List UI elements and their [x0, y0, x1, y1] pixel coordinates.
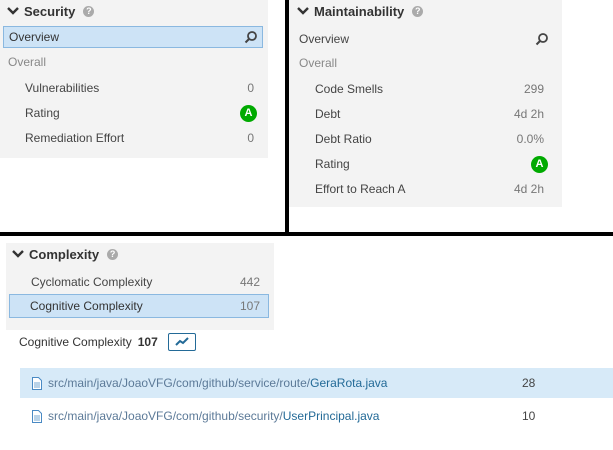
divider-horizontal-top	[0, 232, 613, 236]
help-icon[interactable]: ?	[107, 248, 119, 260]
metric-label: Cognitive Complexity	[30, 299, 143, 313]
overall-label: Overall	[299, 56, 338, 70]
history-button[interactable]	[167, 333, 196, 351]
trend-icon	[175, 337, 189, 346]
complexity-title: Complexity	[29, 246, 100, 262]
complexity-header[interactable]: Complexity ?	[11, 245, 119, 263]
file-directory: src/main/java/JoaoVFG/com/github/service…	[48, 376, 311, 390]
metric-label: Cyclomatic Complexity	[31, 275, 153, 289]
maintainability-metric-debt-ratio[interactable]: Debt Ratio 0.0%	[315, 129, 544, 149]
help-icon[interactable]: ?	[83, 5, 95, 17]
measure-value: 107	[137, 335, 158, 349]
chevron-down-icon	[12, 250, 24, 258]
metric-value: 0	[247, 81, 254, 95]
overview-label: Overview	[299, 32, 350, 46]
maintainability-metric-rating[interactable]: Rating A	[315, 154, 548, 174]
overview-label: Overview	[9, 30, 60, 44]
help-icon[interactable]: ?	[412, 5, 424, 17]
maintainability-metric-debt[interactable]: Debt 4d 2h	[315, 104, 544, 124]
security-overview[interactable]: Overview	[3, 26, 263, 48]
metric-label: Effort to Reach A	[315, 182, 406, 196]
maintainability-header[interactable]: Maintainability ?	[296, 2, 424, 20]
search-icon[interactable]	[244, 30, 258, 44]
security-metric-remediation-effort[interactable]: Remediation Effort 0	[25, 128, 254, 148]
metric-label: Vulnerabilities	[25, 81, 100, 95]
maintainability-panel: Maintainability ? Overview Overall Code …	[289, 0, 562, 207]
metric-label: Rating	[25, 106, 60, 120]
metric-value: 4d 2h	[513, 107, 544, 121]
security-metric-vulnerabilities[interactable]: Vulnerabilities 0	[25, 78, 254, 98]
metric-value: 299	[523, 82, 544, 96]
overall-label: Overall	[8, 55, 47, 69]
search-icon[interactable]	[535, 32, 549, 46]
metric-label: Debt	[315, 107, 341, 121]
file-icon	[32, 376, 42, 390]
metric-value: 107	[239, 299, 260, 313]
chevron-down-icon	[297, 7, 309, 15]
rating-badge: A	[240, 104, 257, 122]
security-overall[interactable]: Overall	[8, 52, 258, 72]
metric-label: Code Smells	[315, 82, 384, 96]
file-directory: src/main/java/JoaoVFG/com/github/securit…	[48, 409, 283, 423]
metric-value: 0.0%	[516, 132, 544, 146]
security-metric-rating[interactable]: Rating A	[25, 103, 257, 123]
security-panel: Security ? Overview Overall Vulnerabilit…	[0, 0, 268, 158]
metric-value: 442	[239, 275, 260, 289]
measure-header: Cognitive Complexity 107	[19, 332, 196, 352]
measure-label: Cognitive Complexity	[19, 335, 132, 349]
file-metric-value: 10	[522, 409, 536, 423]
security-title: Security	[24, 3, 76, 19]
rating-badge: A	[531, 155, 548, 173]
file-name-link[interactable]: UserPrincipal.java	[283, 409, 380, 423]
file-row[interactable]: src/main/java/JoaoVFG/com/github/service…	[20, 368, 613, 398]
metric-value: 0	[247, 131, 254, 145]
security-header[interactable]: Security ?	[6, 2, 95, 20]
chevron-down-icon	[7, 7, 19, 15]
metric-label: Remediation Effort	[25, 131, 125, 145]
complexity-panel: Complexity ? Cyclomatic Complexity 442 C…	[6, 243, 274, 330]
maintainability-overview[interactable]: Overview	[299, 28, 549, 50]
file-row[interactable]: src/main/java/JoaoVFG/com/github/securit…	[20, 401, 613, 431]
metric-value: 4d 2h	[513, 182, 544, 196]
maintainability-title: Maintainability	[314, 3, 405, 19]
file-name-link[interactable]: GeraRota.java	[310, 376, 387, 390]
maintainability-metric-effort-to-reach-a[interactable]: Effort to Reach A 4d 2h	[315, 179, 544, 199]
metric-label: Rating	[315, 157, 350, 171]
complexity-metric-cognitive[interactable]: Cognitive Complexity 107	[9, 294, 269, 318]
file-metric-value: 28	[522, 376, 536, 390]
file-icon	[32, 409, 42, 423]
metric-label: Debt Ratio	[315, 132, 372, 146]
maintainability-overall[interactable]: Overall	[299, 53, 549, 73]
maintainability-metric-code-smells[interactable]: Code Smells 299	[315, 79, 544, 99]
complexity-metric-cyclomatic[interactable]: Cyclomatic Complexity 442	[31, 272, 260, 292]
